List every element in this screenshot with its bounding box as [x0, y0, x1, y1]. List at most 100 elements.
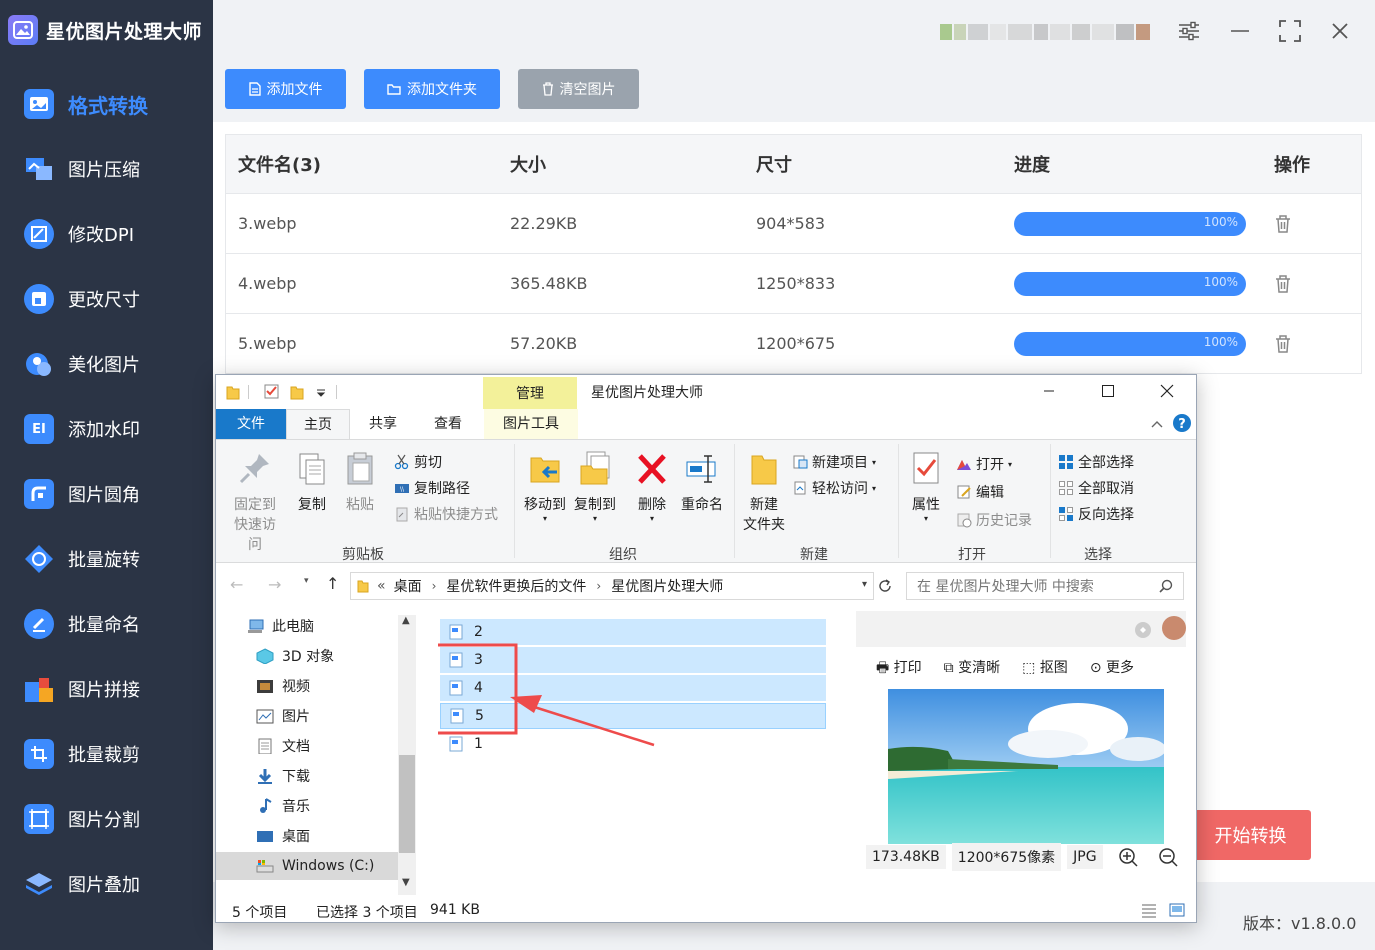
select-none-button[interactable]: 全部取消 — [1058, 478, 1134, 498]
add-file-button[interactable]: 添加文件 — [225, 69, 346, 109]
delete-row-icon[interactable] — [1274, 214, 1292, 234]
scroll-up-icon[interactable]: ▲ — [402, 615, 410, 626]
up-arrow-icon[interactable]: ↑ — [326, 574, 339, 593]
tab-share[interactable]: 共享 — [362, 409, 404, 439]
nav-pictures[interactable]: 图片 — [256, 702, 310, 730]
open-button[interactable]: 打开 ▾ — [956, 454, 1012, 474]
sidebar-item-overlay[interactable]: 图片叠加 — [24, 864, 209, 904]
recent-dropdown-icon[interactable]: ▾ — [304, 576, 309, 586]
close-icon[interactable] — [1327, 18, 1353, 44]
rename-button[interactable]: 重命名 — [678, 450, 726, 514]
address-bar[interactable]: « 桌面 › 星优软件更换后的文件 › 星优图片处理大师 ▾ — [350, 572, 874, 600]
breadcrumb-current[interactable]: 星优图片处理大师 — [611, 576, 723, 596]
refresh-icon[interactable] — [877, 578, 893, 594]
user-avatar[interactable] — [940, 15, 1155, 49]
tab-home[interactable]: 主页 — [286, 409, 350, 439]
sidebar-item-rounded[interactable]: 图片圆角 — [24, 474, 209, 514]
maximize-icon[interactable] — [1277, 18, 1303, 44]
properties-dropdown-icon[interactable]: ▾ — [906, 514, 946, 523]
move-to-button[interactable]: 移动到 ▾ — [521, 450, 569, 523]
nav-documents[interactable]: 文档 — [256, 732, 310, 760]
edit-button[interactable]: 编辑 — [956, 482, 1004, 502]
progress-text: 100% — [1203, 215, 1238, 229]
help-icon[interactable]: ? — [1172, 413, 1192, 433]
address-overflow[interactable]: « — [377, 578, 386, 594]
nav-desktop[interactable]: 桌面 — [256, 822, 310, 850]
cut-button[interactable]: 剪切 — [394, 452, 442, 472]
move-to-dropdown-icon[interactable]: ▾ — [521, 514, 569, 523]
sidebar-item-rotate[interactable]: 批量旋转 — [24, 539, 209, 579]
quick-access-dropdown-icon[interactable] — [316, 387, 326, 397]
sidebar-item-resize[interactable]: 更改尺寸 — [24, 279, 209, 319]
cutout-button[interactable]: ⬚ 抠图 — [1022, 657, 1068, 681]
nav-drive-c[interactable]: Windows (C:) — [216, 852, 398, 880]
sidebar-item-compress[interactable]: 图片压缩 — [24, 149, 209, 189]
minimize-icon[interactable] — [1227, 18, 1253, 44]
print-button[interactable]: 🖶 打印 — [876, 657, 922, 681]
enhance-button[interactable]: ⧉ 变清晰 — [944, 657, 1000, 681]
delete-dropdown-icon[interactable]: ▾ — [634, 514, 670, 523]
clear-images-button[interactable]: 清空图片 — [518, 69, 639, 109]
add-folder-button[interactable]: 添加文件夹 — [364, 69, 500, 109]
nav-videos[interactable]: 视频 — [256, 672, 310, 700]
select-all-button[interactable]: 全部选择 — [1058, 452, 1134, 472]
copy-path-button[interactable]: \\ 复制路径 — [394, 478, 470, 498]
explorer-search-input[interactable]: 在 星优图片处理大师 中搜索 — [906, 572, 1184, 600]
nav-this-pc[interactable]: 此电脑 — [246, 612, 314, 640]
nav-downloads[interactable]: 下载 — [256, 762, 310, 790]
large-icons-view-icon[interactable] — [1168, 902, 1186, 918]
copy-to-button[interactable]: 复制到 ▾ — [571, 450, 619, 523]
start-convert-button[interactable]: 开始转换 — [1190, 810, 1311, 860]
paste-shortcut-button[interactable]: 粘贴快捷方式 — [394, 504, 498, 524]
breadcrumb-desktop[interactable]: 桌面 — [394, 576, 422, 596]
copy-to-dropdown-icon[interactable]: ▾ — [571, 514, 619, 523]
paste-button[interactable]: 粘贴 — [340, 450, 380, 514]
breadcrumb-folder[interactable]: 星优软件更换后的文件 — [446, 576, 586, 596]
address-dropdown-icon[interactable]: ▾ — [862, 579, 867, 590]
new-item-button[interactable]: 新建项目 ▾ — [792, 452, 876, 472]
new-folder-quick-icon[interactable] — [290, 384, 304, 400]
nav-music[interactable]: 音乐 — [256, 792, 310, 820]
sidebar-item-format-convert[interactable]: 格式转换 — [24, 84, 209, 124]
scroll-thumb[interactable] — [399, 755, 415, 853]
sidebar-item-crop[interactable]: 批量裁剪 — [24, 734, 209, 774]
nav-3d-objects[interactable]: 3D 对象 — [256, 642, 334, 670]
manage-tab[interactable]: 管理 — [483, 377, 577, 409]
sidebar-item-stitch[interactable]: 图片拼接 — [24, 669, 209, 709]
details-view-icon[interactable] — [1140, 902, 1158, 918]
easy-access-button[interactable]: 轻松访问 ▾ — [792, 478, 876, 498]
explorer-maximize-icon[interactable] — [1098, 381, 1118, 401]
tab-file[interactable]: 文件 — [216, 409, 286, 439]
avatar[interactable] — [1162, 616, 1186, 640]
copy-button[interactable]: 复制 — [292, 450, 332, 514]
settings-icon[interactable] — [1176, 18, 1202, 44]
new-folder-button[interactable]: 新建 文件夹 — [740, 450, 788, 534]
shield-icon[interactable] — [1134, 621, 1152, 639]
sidebar-item-beautify[interactable]: 美化图片 — [24, 344, 209, 384]
zoom-in-icon[interactable] — [1117, 846, 1139, 868]
explorer-minimize-icon[interactable] — [1039, 381, 1059, 401]
pin-quick-access-button[interactable]: 固定到 快速访问 — [230, 450, 280, 554]
more-button[interactable]: ⊙ 更多 — [1090, 657, 1134, 681]
delete-row-icon[interactable] — [1274, 274, 1292, 294]
history-button[interactable]: 历史记录 — [956, 510, 1032, 530]
sidebar-item-rename[interactable]: 批量命名 — [24, 604, 209, 644]
delete-row-icon[interactable] — [1274, 334, 1292, 354]
back-arrow-icon[interactable]: ← — [230, 575, 243, 594]
zoom-out-icon[interactable] — [1157, 846, 1179, 868]
properties-button[interactable]: 属性 ▾ — [906, 450, 946, 523]
sidebar-item-dpi[interactable]: 修改DPI — [24, 214, 209, 254]
forward-arrow-icon[interactable]: → — [268, 575, 281, 594]
search-icon[interactable] — [1159, 579, 1173, 593]
collapse-ribbon-icon[interactable] — [1150, 419, 1164, 429]
sidebar-item-split[interactable]: 图片分割 — [24, 799, 209, 839]
sidebar-item-watermark[interactable]: EI 添加水印 — [24, 409, 209, 449]
tab-view[interactable]: 查看 — [424, 409, 472, 439]
delete-button[interactable]: 删除 ▾ — [634, 450, 670, 523]
scroll-down-icon[interactable]: ▼ — [402, 877, 410, 888]
invert-selection-button[interactable]: 反向选择 — [1058, 504, 1134, 524]
properties-check-icon[interactable] — [264, 383, 280, 399]
explorer-close-icon[interactable] — [1157, 381, 1177, 401]
tab-picture-tools[interactable]: 图片工具 — [484, 409, 578, 439]
navigation-scrollbar[interactable]: ▲ ▼ — [398, 615, 416, 895]
